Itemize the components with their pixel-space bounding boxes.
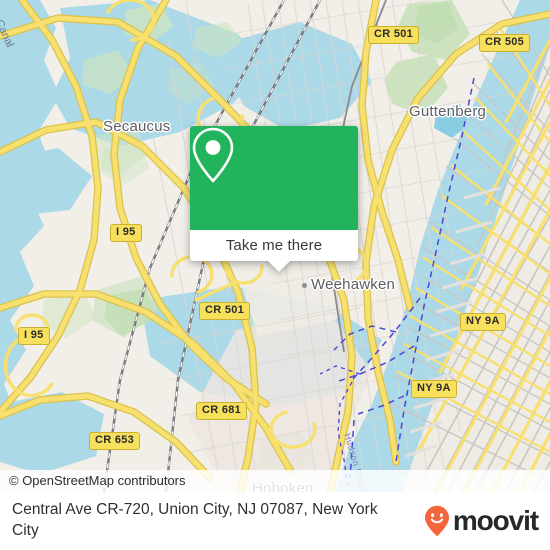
- highway-shield[interactable]: NY 9A: [411, 380, 457, 398]
- popup-pointer-tail: [268, 261, 290, 272]
- highway-shield[interactable]: CR 505: [479, 34, 531, 52]
- moovit-smiley-pin-icon: [424, 505, 449, 537]
- place-marker-dot: [302, 283, 307, 288]
- take-me-there-label: Take me there: [225, 237, 323, 254]
- popup-header: [190, 126, 358, 230]
- footer-bar: Central Ave CR-720, Union City, NJ 07087…: [0, 492, 550, 550]
- moovit-wordmark: moovit: [452, 505, 539, 536]
- highway-shield[interactable]: CR 501: [199, 302, 251, 320]
- highway-shield[interactable]: CR 653: [89, 432, 141, 450]
- map-canvas[interactable]: CR 501 CR 505 I 95 CR 501 I 95 NY 9A NY …: [0, 0, 550, 492]
- highway-shield[interactable]: NY 9A: [460, 313, 506, 331]
- place-label-weehawken: Weehawken: [311, 276, 396, 293]
- highway-shield[interactable]: I 95: [18, 327, 50, 345]
- place-label-secaucus: Secaucus: [103, 118, 171, 135]
- address-text: Central Ave CR-720, Union City, NJ 07087…: [12, 501, 378, 539]
- highway-shield[interactable]: I 95: [110, 224, 142, 242]
- take-me-there-button[interactable]: Take me there: [190, 230, 358, 261]
- highway-shield[interactable]: CR 681: [196, 402, 248, 420]
- location-popup-card[interactable]: Take me there: [190, 126, 358, 272]
- map-screenshot: CR 501 CR 505 I 95 CR 501 I 95 NY 9A NY …: [0, 0, 550, 550]
- moovit-brand[interactable]: moovit: [424, 505, 539, 537]
- map-pin-icon: [192, 127, 234, 183]
- highway-shield[interactable]: CR 501: [368, 26, 420, 44]
- osm-attribution[interactable]: © OpenStreetMap contributors: [0, 470, 550, 492]
- place-label-guttenberg: Guttenberg: [409, 103, 487, 120]
